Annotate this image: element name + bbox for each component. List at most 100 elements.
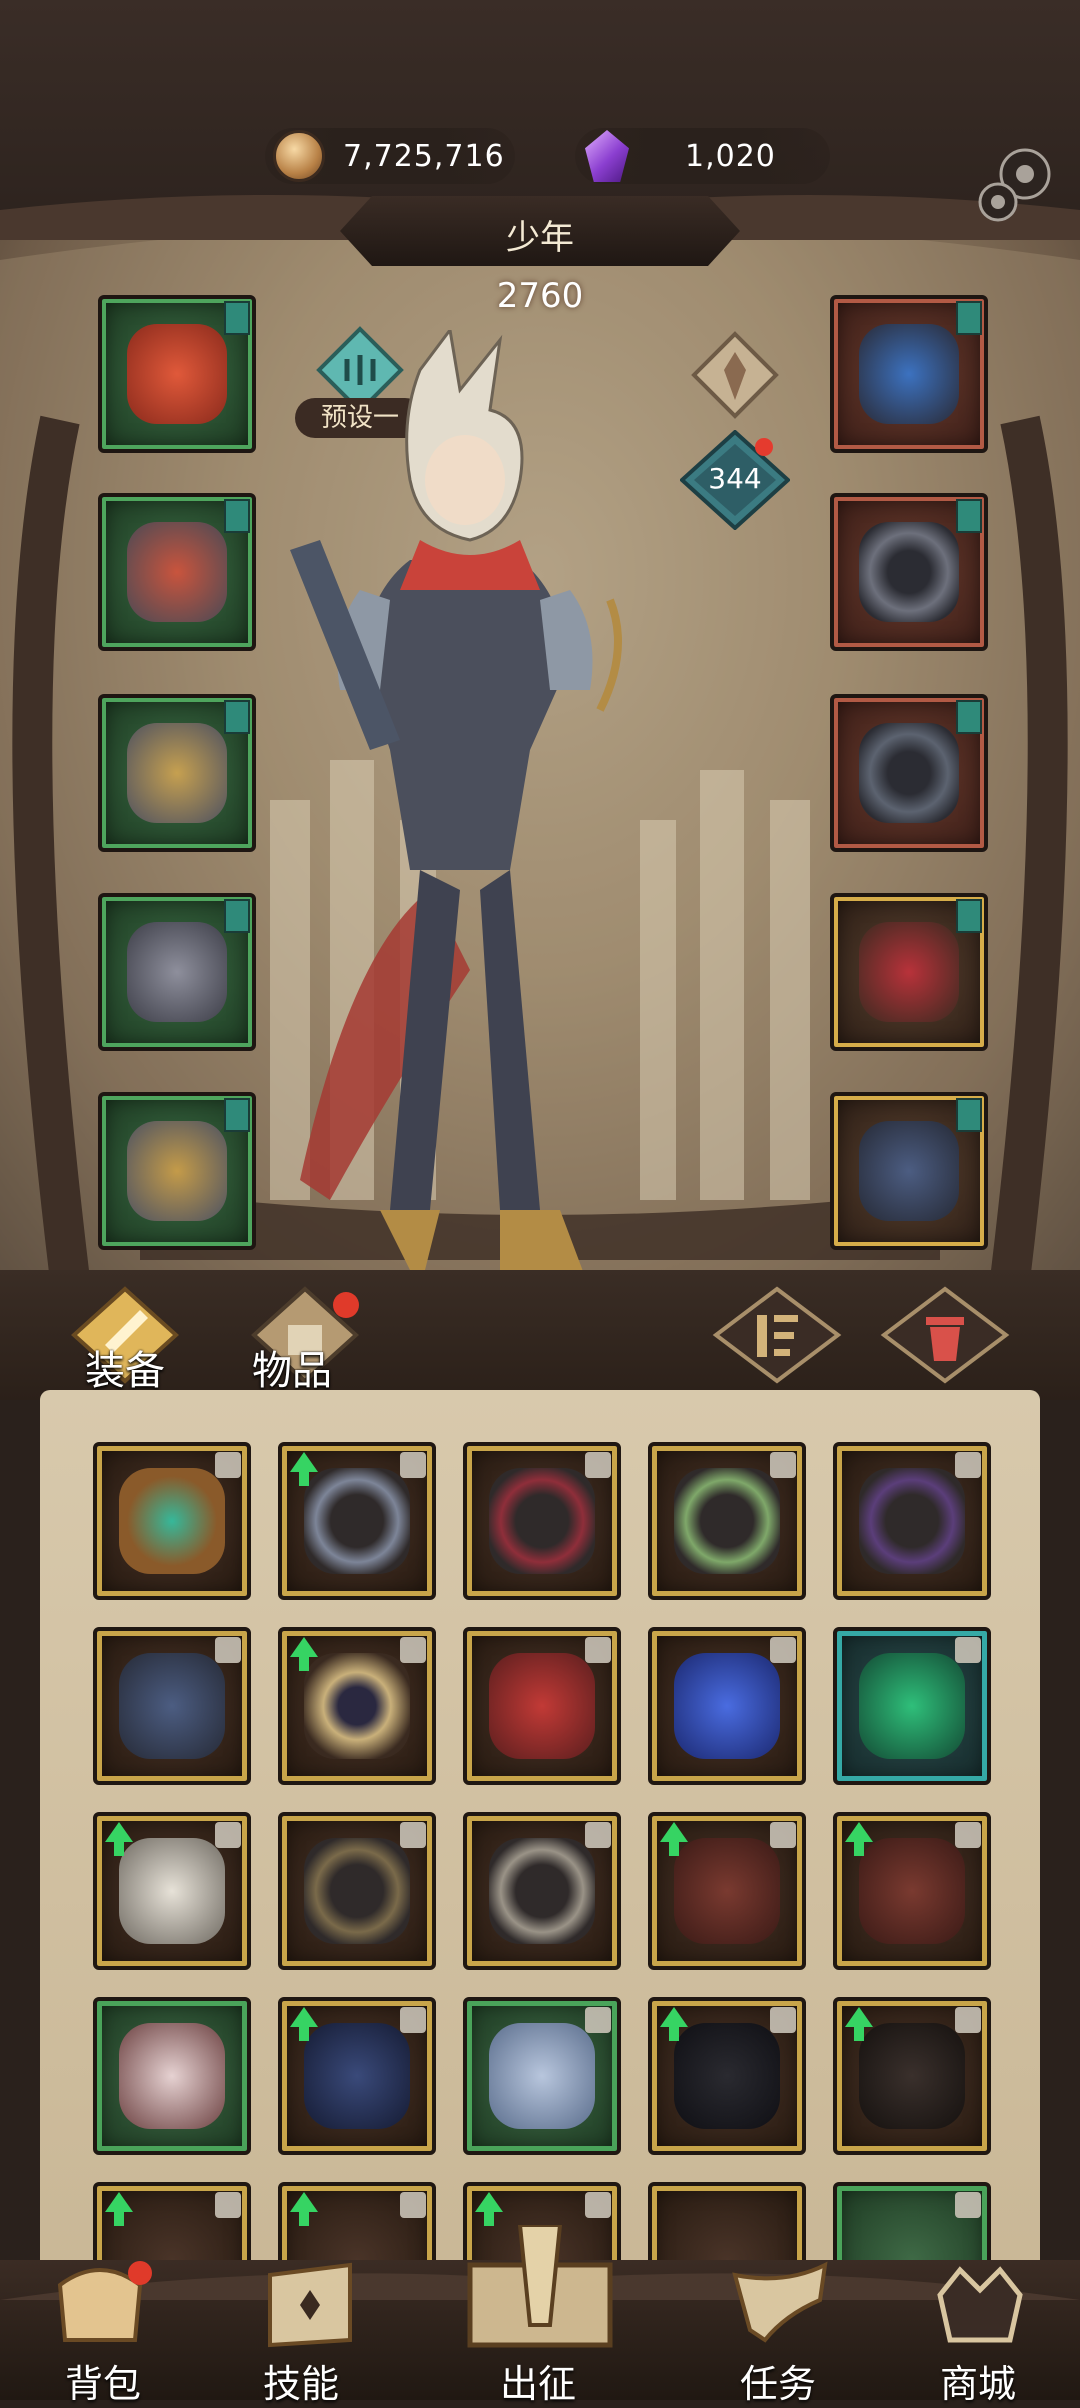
nav-quests[interactable]: 任务 (700, 2255, 860, 2406)
inventory-item[interactable] (833, 1997, 991, 2155)
gold-amount: 7,725,716 (343, 138, 505, 174)
pants-icon (859, 2023, 965, 2129)
lock-icon[interactable] (585, 2192, 611, 2218)
lock-icon[interactable] (585, 1637, 611, 1663)
gem-counter[interactable]: 1,020 (575, 128, 830, 184)
lock-icon[interactable] (770, 1822, 796, 1848)
lock-icon[interactable] (585, 1452, 611, 1478)
hero-name: 少年 (506, 218, 574, 258)
inventory-item[interactable] (278, 1997, 436, 2155)
armor-icon (859, 1838, 965, 1944)
lock-icon[interactable] (215, 1822, 241, 1848)
lock-icon[interactable] (955, 1637, 981, 1663)
lock-icon[interactable] (400, 2192, 426, 2218)
inventory-item[interactable] (833, 1442, 991, 1600)
heart-pendant-icon (674, 1653, 780, 1759)
equip-slot-boots[interactable] (98, 1092, 256, 1250)
equip-slot-weapon[interactable] (830, 893, 988, 1051)
lock-icon[interactable] (215, 1452, 241, 1478)
emerald-pendant-icon (859, 1653, 965, 1759)
lock-icon[interactable] (400, 2007, 426, 2033)
lock-icon[interactable] (400, 1452, 426, 1478)
inventory-item[interactable] (278, 1442, 436, 1600)
inventory-item[interactable] (648, 1442, 806, 1600)
shop-crown-icon (937, 2266, 1023, 2343)
equip-slot-headgear[interactable] (98, 295, 256, 453)
inventory-item[interactable] (278, 1627, 436, 1785)
inventory-item[interactable] (278, 1812, 436, 1970)
hero-power: 2760 (496, 276, 584, 316)
slot-tag-icon (224, 700, 250, 734)
lock-icon[interactable] (585, 2007, 611, 2033)
inventory-item[interactable] (463, 1627, 621, 1785)
inventory-item[interactable] (93, 1812, 251, 1970)
gauntlet-icon (127, 723, 227, 823)
slot-tag-icon (224, 1098, 250, 1132)
slot-tag-icon (956, 1098, 982, 1132)
equip-slot-ring-1[interactable] (830, 493, 988, 651)
notification-dot (755, 438, 773, 456)
trash-icon[interactable] (880, 1285, 1010, 1385)
lock-icon[interactable] (215, 2192, 241, 2218)
bow-icon (304, 1468, 410, 1574)
inventory-item[interactable] (93, 1997, 251, 2155)
ring-icon (859, 723, 959, 823)
upgrade-arrow-icon (845, 2007, 873, 2041)
circlet-icon (304, 1838, 410, 1944)
gauntlet-icon (489, 1653, 595, 1759)
gold-counter[interactable]: 7,725,716 (265, 128, 515, 184)
nav-expedition[interactable]: 出征 (440, 2225, 640, 2406)
lock-icon[interactable] (955, 2007, 981, 2033)
lock-icon[interactable] (770, 1637, 796, 1663)
lock-icon[interactable] (585, 1822, 611, 1848)
upgrade-arrow-icon (845, 1822, 873, 1856)
equip-slot-ring-2[interactable] (830, 694, 988, 852)
nav-shop[interactable]: 商城 (900, 2255, 1060, 2406)
backpack-icon (57, 2261, 152, 2342)
sort-icon[interactable] (712, 1285, 842, 1385)
inventory-item[interactable] (463, 1442, 621, 1600)
inventory-item[interactable] (648, 1997, 806, 2155)
nav-skills[interactable]: 技能 (230, 2255, 390, 2406)
equip-slot-quiver[interactable] (830, 1092, 988, 1250)
map-scroll-icon (467, 2225, 613, 2348)
inventory-item[interactable] (93, 1627, 251, 1785)
lock-icon[interactable] (400, 1822, 426, 1848)
inventory-item[interactable] (463, 1997, 621, 2155)
skill-book-icon (268, 2262, 352, 2348)
lock-icon[interactable] (955, 2192, 981, 2218)
settings-gear-icon[interactable] (970, 140, 1060, 230)
horn-icon (732, 2261, 828, 2343)
nav-backpack[interactable]: 背包 (25, 2255, 185, 2406)
tab-items[interactable]: 物品 (252, 1338, 332, 1396)
crystal-icon (585, 130, 629, 182)
tab-equipment[interactable]: 装备 (85, 1338, 165, 1396)
slot-tag-icon (956, 700, 982, 734)
crest-icon (119, 1468, 225, 1574)
lock-icon[interactable] (400, 1637, 426, 1663)
upgrade-arrow-icon (290, 2007, 318, 2041)
equip-slot-gloves[interactable] (98, 694, 256, 852)
lock-icon[interactable] (770, 1452, 796, 1478)
slot-tag-icon (224, 899, 250, 933)
inventory-item[interactable] (648, 1627, 806, 1785)
inventory-item[interactable] (833, 1627, 991, 1785)
equip-slot-pants[interactable] (98, 893, 256, 1051)
mask-icon (119, 1838, 225, 1944)
fur-armor-icon (119, 2023, 225, 2129)
slot-tag-icon (956, 301, 982, 335)
lock-icon[interactable] (955, 1452, 981, 1478)
gem-amount: 1,020 (685, 138, 776, 174)
inventory-item[interactable] (648, 1812, 806, 1970)
inventory-item[interactable] (93, 1442, 251, 1600)
equip-slot-necklace[interactable] (830, 295, 988, 453)
inventory-item[interactable] (833, 1812, 991, 1970)
bow-icon (859, 922, 959, 1022)
inventory-item[interactable] (463, 1812, 621, 1970)
lock-icon[interactable] (955, 1822, 981, 1848)
upgrade-arrow-icon (105, 1822, 133, 1856)
lock-icon[interactable] (770, 2007, 796, 2033)
upgrade-arrow-icon (290, 2192, 318, 2226)
equip-slot-shoulders[interactable] (98, 493, 256, 651)
lock-icon[interactable] (215, 1637, 241, 1663)
